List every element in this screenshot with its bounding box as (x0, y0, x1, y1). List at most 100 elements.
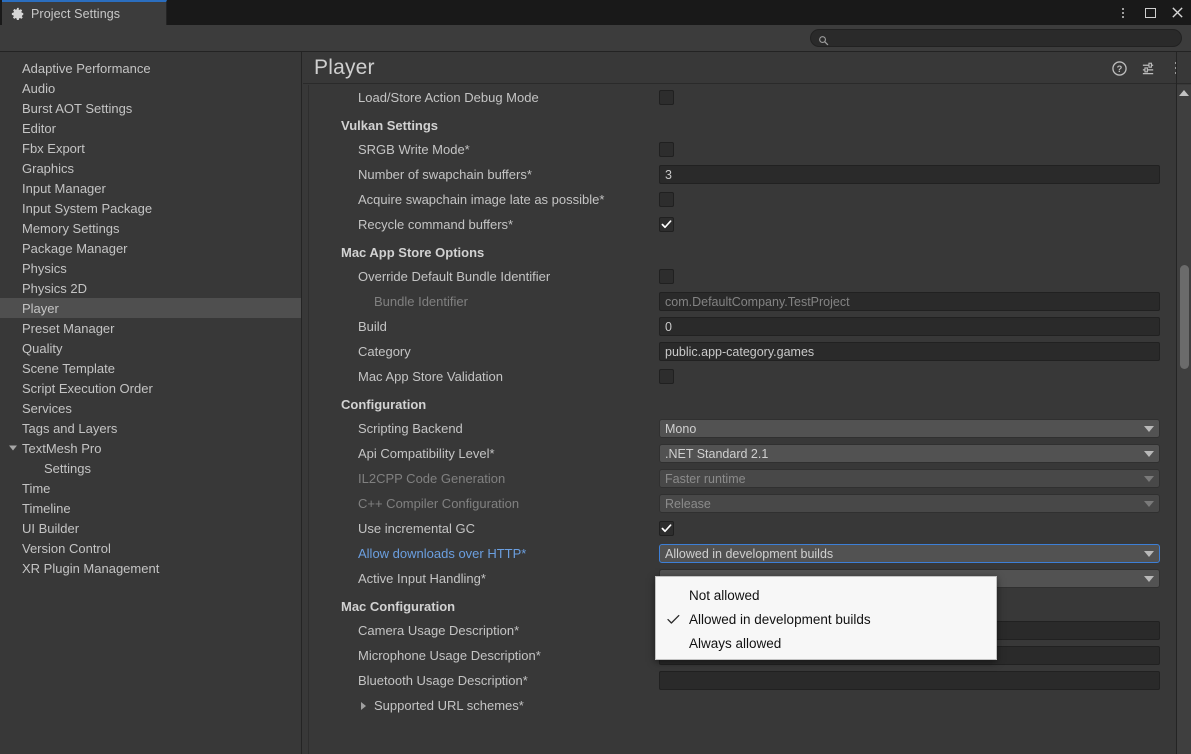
sidebar-list: Adaptive Performance Audio Burst AOT Setti… (0, 52, 301, 578)
setting-label-load-store-action-debug-mode: Load/Store Action Debug Mode (358, 90, 539, 105)
checkbox-srgb-write-mode[interactable] (659, 142, 674, 157)
text-field-bluetooth-usage-description[interactable] (659, 671, 1160, 690)
setting-label-scripting-backend: Scripting Backend (358, 421, 463, 436)
sidebar-item-physics-2d[interactable]: Physics 2D (0, 278, 301, 298)
sidebar-item-label: Audio (22, 80, 56, 96)
check-icon (661, 524, 672, 533)
menu-item-always-allowed[interactable]: Always allowed (656, 631, 996, 655)
text-field-bundle-identifier[interactable]: com.DefaultCompany.TestProject (659, 292, 1160, 311)
sidebar-item-scene-template[interactable]: Scene Template (0, 358, 301, 378)
sidebar-item-audio[interactable]: Audio (0, 78, 301, 98)
close-icon (1171, 7, 1183, 18)
sidebar-item-label: Input System Package (22, 200, 153, 216)
chevron-down-icon (1144, 550, 1154, 557)
scrollbar-thumb[interactable] (1180, 265, 1189, 369)
sidebar-divider (301, 52, 302, 754)
setting-label-acquire-swapchain-image-late-as-possible: Acquire swapchain image late as possible… (358, 192, 605, 207)
http-downloads-dropdown-menu[interactable]: Not allowed Allowed in development builds… (655, 576, 997, 660)
search-input[interactable] (833, 32, 1163, 44)
foldout-supported-url-schemes[interactable]: Supported URL schemes* (310, 698, 630, 713)
sidebar-item-label: Player (22, 300, 59, 316)
sidebar-item-preset-manager[interactable]: Preset Manager (0, 318, 301, 338)
sidebar-item-tags-and-layers[interactable]: Tags and Layers (0, 418, 301, 438)
foldout-triangle-icon[interactable] (361, 701, 366, 710)
text-field-number-of-swapchain-buffers[interactable]: 3 (659, 165, 1160, 184)
sidebar-item-editor[interactable]: Editor (0, 118, 301, 138)
sidebar-item-label: Services (22, 400, 72, 416)
vertical-scrollbar[interactable] (1176, 85, 1191, 754)
preset-icon[interactable] (1141, 61, 1156, 76)
sidebar-item-settings[interactable]: Settings (0, 458, 301, 478)
check-icon (661, 220, 672, 229)
sidebar-item-textmesh-pro[interactable]: TextMesh Pro (0, 438, 301, 458)
sidebar-item-memory-settings[interactable]: Memory Settings (0, 218, 301, 238)
checkbox-load-store-action-debug-mode[interactable] (659, 90, 674, 105)
sidebar-item-adaptive-performance[interactable]: Adaptive Performance (0, 58, 301, 78)
sidebar-item-input-system-package[interactable]: Input System Package (0, 198, 301, 218)
sidebar-item-physics[interactable]: Physics (0, 258, 301, 278)
scroll-up-arrow-icon[interactable] (1179, 90, 1189, 96)
sidebar-item-time[interactable]: Time (0, 478, 301, 498)
checkbox-override-default-bundle-identifier[interactable] (659, 269, 674, 284)
setting-row-use-incremental-gc: Use incremental GC (310, 516, 1176, 541)
search-icon (818, 33, 829, 45)
sidebar-item-burst-aot-settings[interactable]: Burst AOT Settings (0, 98, 301, 118)
setting-row-scripting-backend: Scripting Backend Mono (310, 416, 1176, 441)
sidebar-item-label: Physics (22, 260, 67, 276)
dropdown-c-compiler-configuration[interactable]: Release (659, 494, 1160, 513)
sidebar-item-graphics[interactable]: Graphics (0, 158, 301, 178)
sidebar-item-input-manager[interactable]: Input Manager (0, 178, 301, 198)
group-header-mac-app-store-options: Mac App Store Options (341, 245, 485, 260)
sidebar-item-xr-plugin-management[interactable]: XR Plugin Management (0, 558, 301, 578)
setting-row-override-default-bundle-identifier: Override Default Bundle Identifier (310, 264, 1176, 289)
dropdown-il2cpp-code-generation[interactable]: Faster runtime (659, 469, 1160, 488)
setting-row-srgb-write-mode: SRGB Write Mode* (310, 137, 1176, 162)
sidebar-item-version-control[interactable]: Version Control (0, 538, 301, 558)
sidebar-item-label: Tags and Layers (22, 420, 118, 436)
search-box[interactable] (810, 29, 1182, 47)
dropdown-value: Allowed in development builds (665, 546, 834, 561)
setting-label-il2cpp-code-generation: IL2CPP Code Generation (358, 471, 506, 486)
dropdown-scripting-backend[interactable]: Mono (659, 419, 1160, 438)
checkbox-recycle-command-buffers[interactable] (659, 217, 674, 232)
setting-row-bundle-identifier: Bundle Identifier com.DefaultCompany.Test… (310, 289, 1176, 314)
maximize-button[interactable] (1142, 5, 1158, 21)
sidebar-item-label: Adaptive Performance (22, 60, 151, 76)
expander-triangle-icon[interactable] (9, 445, 17, 451)
setting-row-supported-url-schemes: Supported URL schemes* (310, 693, 1176, 718)
sidebar-item-label: Physics 2D (22, 280, 88, 296)
sidebar-item-timeline[interactable]: Timeline (0, 498, 301, 518)
checkbox-acquire-swapchain-image-late-as-possible[interactable] (659, 192, 674, 207)
sidebar-item-label: Preset Manager (22, 320, 115, 336)
maximize-icon (1144, 7, 1156, 18)
sidebar-item-ui-builder[interactable]: UI Builder (0, 518, 301, 538)
setting-row-category: Category public.app-category.games (310, 339, 1176, 364)
sidebar-item-label: Graphics (22, 160, 75, 176)
menu-item-not-allowed[interactable]: Not allowed (656, 583, 996, 607)
sidebar-item-services[interactable]: Services (0, 398, 301, 418)
window-controls (1115, 0, 1185, 25)
dropdown-allow-downloads-over-http[interactable]: Allowed in development builds (659, 544, 1160, 563)
tab-label: Project Settings (31, 6, 121, 21)
text-field-category[interactable]: public.app-category.games (659, 342, 1160, 361)
setting-row-api-compatibility-level: Api Compatibility Level* .NET Standard 2.… (310, 441, 1176, 466)
sidebar-item-quality[interactable]: Quality (0, 338, 301, 358)
checkbox-mac-app-store-validation[interactable] (659, 369, 674, 384)
sidebar-item-script-execution-order[interactable]: Script Execution Order (0, 378, 301, 398)
dropdown-value: Faster runtime (665, 471, 746, 486)
menu-item-allowed-in-development-builds[interactable]: Allowed in development builds (656, 607, 996, 631)
setting-label-build: Build (358, 319, 387, 334)
close-button[interactable] (1169, 5, 1185, 21)
dropdown-api-compatibility-level[interactable]: .NET Standard 2.1 (659, 444, 1160, 463)
sidebar-item-label: XR Plugin Management (22, 560, 160, 576)
checkbox-use-incremental-gc[interactable] (659, 521, 674, 536)
tab-project-settings[interactable]: Project Settings (2, 0, 167, 25)
help-icon[interactable]: ? (1112, 60, 1127, 76)
sidebar-item-player[interactable]: Player (0, 298, 301, 318)
text-field-build[interactable]: 0 (659, 317, 1160, 336)
setting-row-mac-app-store-validation: Mac App Store Validation (310, 364, 1176, 389)
sidebar-item-package-manager[interactable]: Package Manager (0, 238, 301, 258)
settings-category-sidebar[interactable]: Adaptive Performance Audio Burst AOT Setti… (0, 52, 302, 754)
window-menu-button[interactable] (1115, 5, 1131, 21)
sidebar-item-fbx-export[interactable]: Fbx Export (0, 138, 301, 158)
